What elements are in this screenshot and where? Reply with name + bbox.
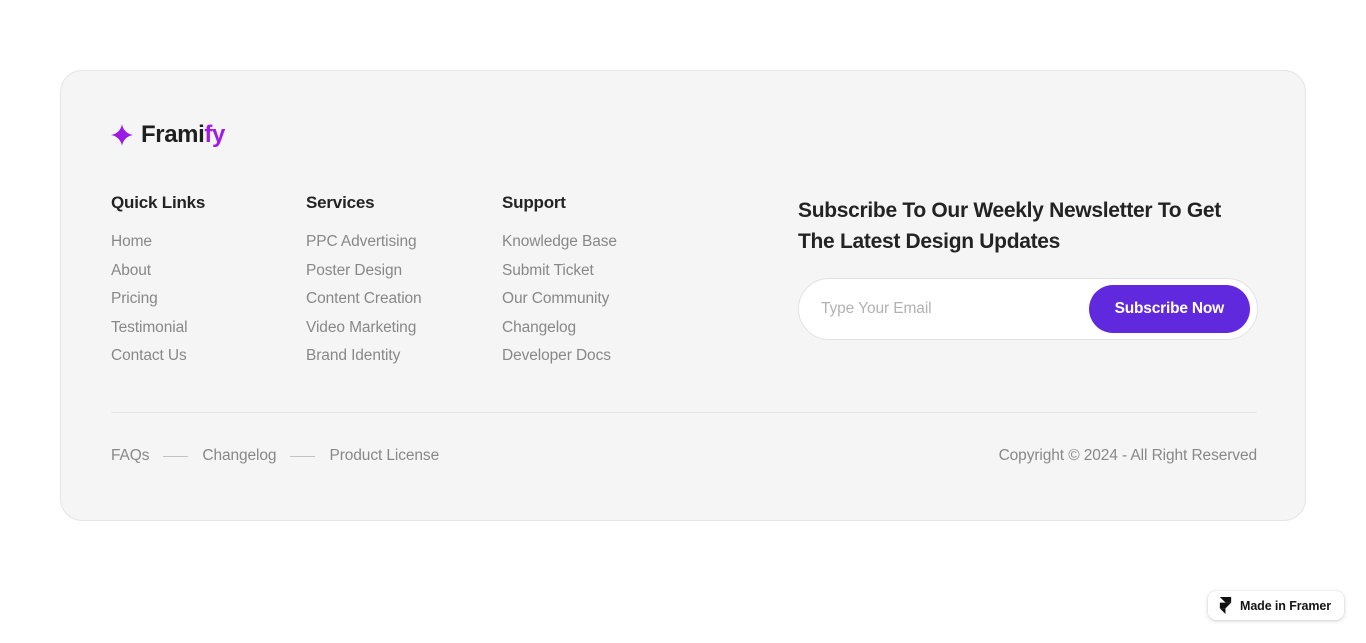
footer-link-faqs[interactable]: FAQs	[111, 447, 149, 465]
subscribe-form[interactable]: Subscribe Now	[798, 278, 1258, 341]
email-input[interactable]	[821, 300, 1089, 319]
footer-divider	[111, 412, 1257, 413]
footer-link-contact-us[interactable]: Contact Us	[111, 348, 306, 364]
made-in-framer-badge[interactable]: Made in Framer	[1208, 591, 1344, 620]
made-in-framer-label: Made in Framer	[1240, 598, 1331, 613]
footer-link-poster-design[interactable]: Poster Design	[306, 262, 502, 279]
footer-link-video-marketing[interactable]: Video Marketing	[306, 319, 502, 336]
footer-legal-links: FAQs Changelog Product License	[111, 447, 439, 465]
brand-logo[interactable]: Framify	[111, 123, 225, 147]
footer-link-submit-ticket[interactable]: Submit Ticket	[502, 262, 702, 279]
footer-link-ppc-advertising[interactable]: PPC Advertising	[306, 234, 502, 250]
brand-name-primary: Frami	[141, 121, 205, 148]
column-title-quick-links: Quick Links	[111, 193, 206, 212]
footer-column-quick-links: Quick Links Home About Pricing Testimoni…	[111, 193, 306, 364]
footer-link-content-creation[interactable]: Content Creation	[306, 291, 502, 307]
footer-column-services: Services PPC Advertising Poster Design C…	[306, 193, 502, 364]
framer-logo-icon	[1219, 597, 1232, 614]
brand-name: Framify	[141, 123, 225, 147]
copyright-text: Copyright © 2024 - All Right Reserved	[998, 447, 1258, 464]
footer-link-developer-docs[interactable]: Developer Docs	[502, 348, 702, 364]
footer-link-brand-identity[interactable]: Brand Identity	[306, 348, 502, 364]
subscribe-now-button[interactable]: Subscribe Now	[1088, 285, 1250, 334]
brand-name-accent: fy	[204, 121, 225, 148]
footer-link-about[interactable]: About	[111, 262, 306, 279]
newsletter-section: Subscribe To Our Weekly Newsletter To Ge…	[798, 195, 1258, 341]
dash-separator-icon	[290, 455, 316, 457]
column-title-support: Support	[502, 193, 566, 212]
newsletter-title: Subscribe To Our Weekly Newsletter To Ge…	[798, 199, 1221, 254]
footer-link-knowledge-base[interactable]: Knowledge Base	[502, 234, 702, 250]
page-root: Framify Quick Links Home About Pricing T…	[0, 0, 1366, 643]
footer-link-columns: Quick Links Home About Pricing Testimoni…	[111, 193, 702, 364]
footer-link-product-license[interactable]: Product License	[329, 447, 439, 465]
footer-link-changelog[interactable]: Changelog	[502, 319, 702, 336]
footer-link-changelog-bottom[interactable]: Changelog	[202, 447, 276, 465]
footer-link-testimonial[interactable]: Testimonial	[111, 319, 306, 336]
footer-card: Framify Quick Links Home About Pricing T…	[60, 70, 1306, 521]
footer-link-home[interactable]: Home	[111, 234, 306, 250]
footer-column-support: Support Knowledge Base Submit Ticket Our…	[502, 193, 702, 364]
dash-separator-icon	[163, 455, 189, 457]
sparkle-icon	[111, 124, 133, 146]
column-title-services: Services	[306, 193, 375, 212]
footer-link-our-community[interactable]: Our Community	[502, 291, 702, 307]
footer-bottom-bar: FAQs Changelog Product License Copyright…	[111, 443, 1257, 469]
footer-link-pricing[interactable]: Pricing	[111, 291, 306, 307]
